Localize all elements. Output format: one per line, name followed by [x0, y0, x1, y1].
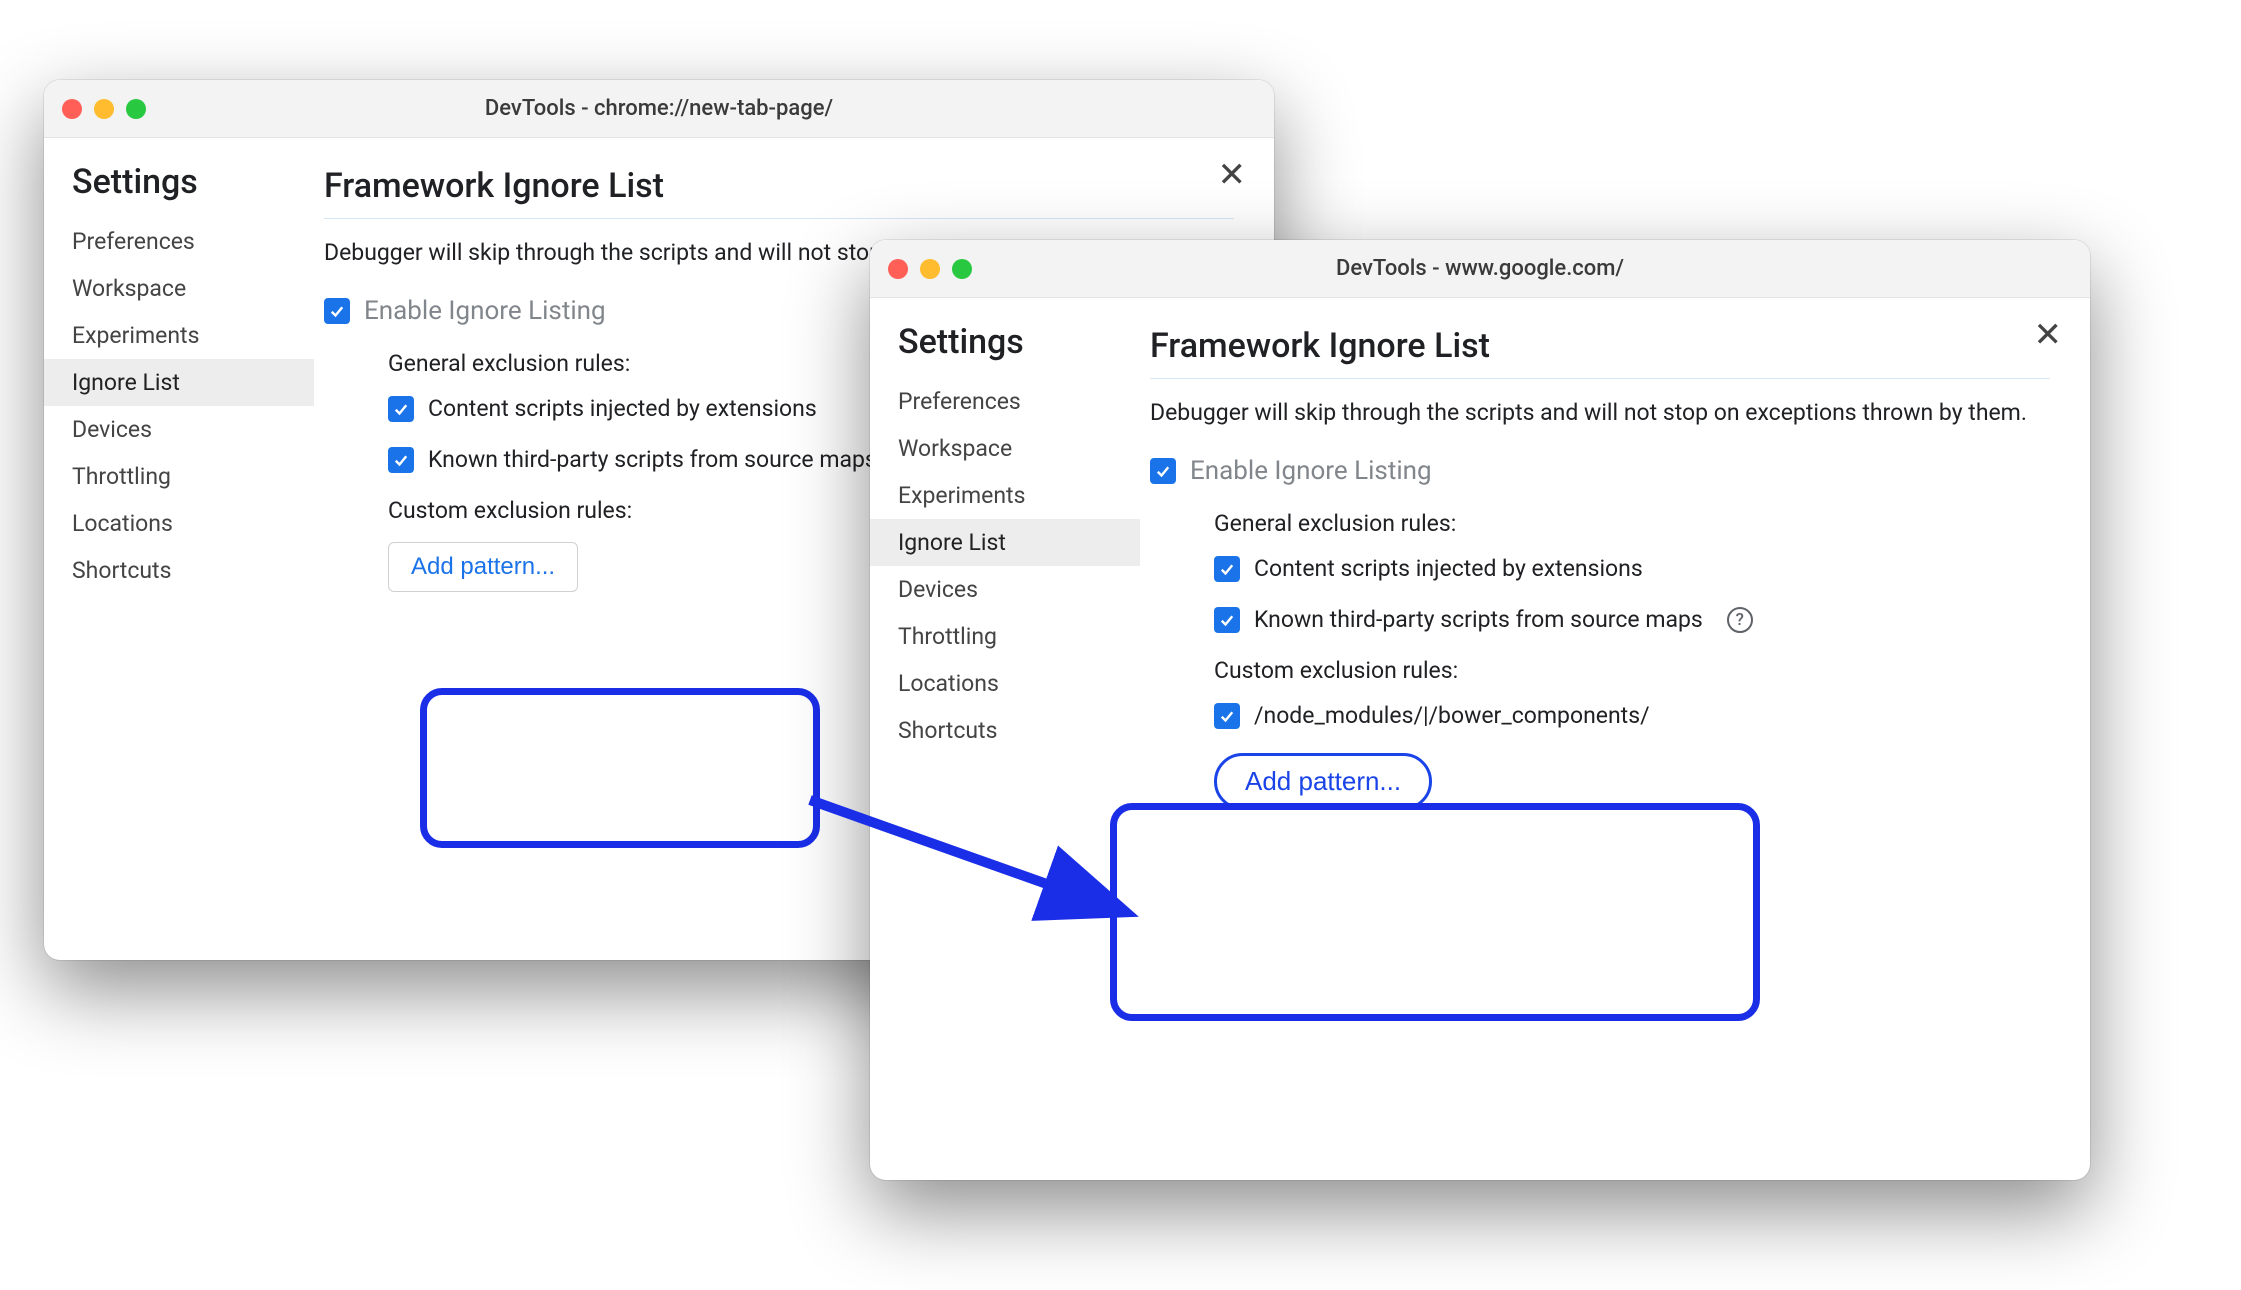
checkbox-third-party[interactable]	[388, 447, 414, 473]
checkbox-third-party[interactable]	[1214, 607, 1240, 633]
rule-content-scripts-row[interactable]: Content scripts injected by extensions	[1214, 555, 2050, 582]
sidebar-item-workspace[interactable]: Workspace	[44, 265, 314, 312]
titlebar: DevTools - www.google.com/	[870, 240, 2090, 298]
enable-ignore-listing-label: Enable Ignore Listing	[1190, 456, 1432, 486]
general-rules-heading: General exclusion rules:	[1214, 510, 2050, 537]
sidebar-item-locations[interactable]: Locations	[870, 660, 1140, 707]
sidebar-item-devices[interactable]: Devices	[870, 566, 1140, 613]
rule-third-party-label: Known third-party scripts from source ma…	[1254, 606, 1703, 633]
window-zoom-icon[interactable]	[952, 259, 972, 279]
window-title: DevTools - www.google.com/	[1336, 256, 1624, 281]
add-pattern-button[interactable]: Add pattern...	[1214, 753, 1432, 810]
window-close-icon[interactable]	[888, 259, 908, 279]
sidebar-item-throttling[interactable]: Throttling	[870, 613, 1140, 660]
traffic-lights	[888, 259, 972, 279]
rule-third-party-row[interactable]: Known third-party scripts from source ma…	[1214, 606, 2050, 633]
sidebar-item-experiments[interactable]: Experiments	[870, 472, 1140, 519]
rule-content-scripts-label: Content scripts injected by extensions	[1254, 555, 1643, 582]
sidebar-item-workspace[interactable]: Workspace	[870, 425, 1140, 472]
sidebar-item-shortcuts[interactable]: Shortcuts	[870, 707, 1140, 754]
sidebar-item-devices[interactable]: Devices	[44, 406, 314, 453]
checkbox-custom-pattern[interactable]	[1214, 703, 1240, 729]
custom-pattern-row[interactable]: /node_modules/|/bower_components/	[1214, 702, 2050, 729]
checkbox-enable-ignore-listing[interactable]	[324, 298, 350, 324]
sidebar-item-experiments[interactable]: Experiments	[44, 312, 314, 359]
enable-ignore-listing-row[interactable]: Enable Ignore Listing	[1150, 456, 2050, 486]
sidebar-list: Preferences Workspace Experiments Ignore…	[44, 218, 314, 594]
sidebar-item-ignore-list[interactable]: Ignore List	[870, 519, 1140, 566]
sidebar-item-locations[interactable]: Locations	[44, 500, 314, 547]
checkbox-enable-ignore-listing[interactable]	[1150, 458, 1176, 484]
description-text: Debugger will skip through the scripts a…	[1150, 397, 2050, 428]
add-pattern-button[interactable]: Add pattern...	[388, 542, 578, 592]
sidebar-item-preferences[interactable]: Preferences	[44, 218, 314, 265]
page-title: Framework Ignore List	[1150, 326, 2050, 366]
window-minimize-icon[interactable]	[920, 259, 940, 279]
titlebar: DevTools - chrome://new-tab-page/	[44, 80, 1274, 138]
custom-pattern-text: /node_modules/|/bower_components/	[1254, 702, 1650, 729]
sidebar-item-throttling[interactable]: Throttling	[44, 453, 314, 500]
rule-content-scripts-label: Content scripts injected by extensions	[428, 395, 817, 422]
checkbox-content-scripts[interactable]	[1214, 556, 1240, 582]
help-icon[interactable]: ?	[1727, 607, 1753, 633]
settings-sidebar: Settings Preferences Workspace Experimen…	[44, 138, 314, 960]
rule-third-party-label: Known third-party scripts from source ma…	[428, 446, 877, 473]
settings-heading: Settings	[44, 162, 314, 218]
settings-heading: Settings	[870, 322, 1140, 378]
sidebar-item-ignore-list[interactable]: Ignore List	[44, 359, 314, 406]
page-title: Framework Ignore List	[324, 166, 1234, 206]
settings-sidebar: Settings Preferences Workspace Experimen…	[870, 298, 1140, 1180]
window-minimize-icon[interactable]	[94, 99, 114, 119]
devtools-window-after: DevTools - www.google.com/ ✕ Settings Pr…	[870, 240, 2090, 1180]
window-zoom-icon[interactable]	[126, 99, 146, 119]
enable-ignore-listing-label: Enable Ignore Listing	[364, 296, 606, 326]
sidebar-item-preferences[interactable]: Preferences	[870, 378, 1140, 425]
settings-main: Framework Ignore List Debugger will skip…	[1140, 298, 2090, 1180]
sidebar-item-shortcuts[interactable]: Shortcuts	[44, 547, 314, 594]
divider	[324, 218, 1234, 219]
window-title: DevTools - chrome://new-tab-page/	[485, 96, 833, 121]
window-close-icon[interactable]	[62, 99, 82, 119]
checkbox-content-scripts[interactable]	[388, 396, 414, 422]
custom-rules-heading: Custom exclusion rules:	[1214, 657, 2050, 684]
traffic-lights	[62, 99, 146, 119]
divider	[1150, 378, 2050, 379]
sidebar-list: Preferences Workspace Experiments Ignore…	[870, 378, 1140, 754]
